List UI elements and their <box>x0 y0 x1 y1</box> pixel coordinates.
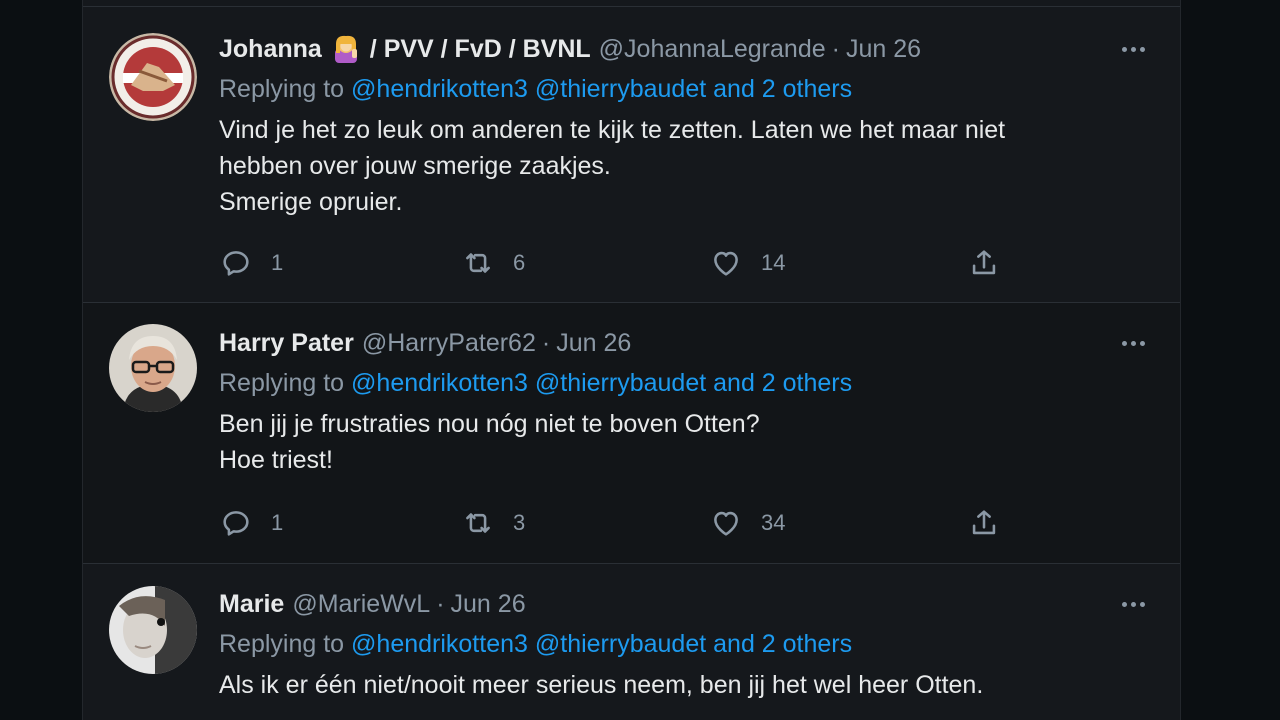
retweet-button[interactable]: 6 <box>461 243 525 283</box>
separator-dot: · <box>436 589 445 618</box>
retweet-icon <box>466 513 490 533</box>
share-icon <box>972 510 996 535</box>
display-name-suffix: / PVV / FvD / BVNL <box>369 34 591 63</box>
tweet-harry[interactable]: Harry Pater @HarryPater62 · Jun 26 Reply… <box>83 303 1180 564</box>
user-handle[interactable]: @HarryPater62 <box>362 329 536 358</box>
retweet-count: 6 <box>513 250 526 275</box>
avatar[interactable] <box>109 324 197 412</box>
tweet-text-line: Als ik er één niet/nooit meer serieus ne… <box>219 671 984 699</box>
separator-dot: · <box>831 34 840 63</box>
separator-dot: · <box>541 328 551 357</box>
others-link[interactable]: and 2 others <box>713 630 852 658</box>
user-handle[interactable]: @JohannaLegrande <box>599 35 826 64</box>
tweet-header: Harry Pater @HarryPater62 · Jun 26 <box>219 328 631 358</box>
share-button[interactable] <box>967 503 1001 543</box>
mention-link[interactable]: @thierrybaudet <box>535 630 706 658</box>
mention-link[interactable]: @hendrikotten3 <box>351 630 528 658</box>
mention-link[interactable]: @hendrikotten3 <box>351 75 528 103</box>
reply-button[interactable]: 1 <box>219 243 283 283</box>
more-icon[interactable] <box>1116 34 1150 64</box>
timeline: Johanna / PVV / FvD / BVNL @JohannaLegra… <box>82 0 1181 720</box>
like-button[interactable]: 14 <box>709 243 785 283</box>
user-handle[interactable]: @MarieWvL <box>292 590 430 619</box>
mention-link[interactable]: @thierrybaudet <box>535 75 706 103</box>
replying-label: Replying to <box>219 630 345 658</box>
replying-to: Replying to @hendrikotten3 @thierrybaude… <box>219 630 852 659</box>
reply-count: 1 <box>271 510 284 535</box>
tweet-marie[interactable]: Marie @MarieWvL · Jun 26 Replying to @he… <box>83 564 1180 720</box>
avatar[interactable] <box>109 586 197 674</box>
avatar[interactable] <box>109 33 197 121</box>
screen: Johanna / PVV / FvD / BVNL @JohannaLegra… <box>0 0 1280 720</box>
display-name[interactable]: Marie <box>219 590 284 619</box>
more-icon[interactable] <box>1116 589 1150 619</box>
tweet-text: Vind je het zo leuk om anderen te kijk t… <box>219 112 1005 220</box>
mention-link[interactable]: @thierrybaudet <box>535 369 706 397</box>
display-name[interactable]: Johanna <box>219 35 322 64</box>
like-count: 34 <box>761 510 786 535</box>
tweet-text-line: Hoe triest! <box>219 446 333 474</box>
like-count: 14 <box>761 250 786 275</box>
like-button[interactable]: 34 <box>709 503 785 543</box>
reply-button[interactable]: 1 <box>219 503 283 543</box>
mention-link[interactable]: @hendrikotten3 <box>351 369 528 397</box>
tweet-actions: 1 3 34 <box>219 503 1019 543</box>
tweet-header: Marie @MarieWvL · Jun 26 <box>219 589 526 619</box>
more-icon[interactable] <box>1116 328 1150 358</box>
tweet-text: Ben jij je frustraties nou nóg niet te b… <box>219 406 760 478</box>
tweet-date[interactable]: Jun 26 <box>451 590 526 619</box>
tweet-text-line: Smerige opruier. <box>219 188 403 216</box>
replying-label: Replying to <box>219 75 345 103</box>
like-icon <box>714 251 738 276</box>
share-button[interactable] <box>967 243 1001 283</box>
tweet-text: Als ik er één niet/nooit meer serieus ne… <box>219 667 983 703</box>
tweet-text-line: Ben jij je frustraties nou nóg niet te b… <box>219 410 760 438</box>
tweet-johanna[interactable]: Johanna / PVV / FvD / BVNL @JohannaLegra… <box>83 7 1180 303</box>
tweet-actions: 1 6 14 <box>219 243 1019 283</box>
tweet-header: Johanna / PVV / FvD / BVNL @JohannaLegra… <box>219 34 921 64</box>
reply-count: 1 <box>271 250 284 275</box>
woman-emoji-icon <box>332 35 360 63</box>
replying-to: Replying to @hendrikotten3 @thierrybaude… <box>219 75 852 104</box>
tweet-text-line: Vind je het zo leuk om anderen te kijk t… <box>219 116 1006 144</box>
tweet-date[interactable]: Jun 26 <box>846 35 921 64</box>
reply-icon <box>223 251 249 276</box>
tweet-date[interactable]: Jun 26 <box>556 329 631 358</box>
like-icon <box>714 511 738 536</box>
others-link[interactable]: and 2 others <box>713 75 852 103</box>
display-name[interactable]: Harry Pater <box>219 329 354 358</box>
retweet-button[interactable]: 3 <box>461 503 525 543</box>
replying-label: Replying to <box>219 369 345 397</box>
others-link[interactable]: and 2 others <box>713 369 852 397</box>
retweet-icon <box>466 253 490 273</box>
replying-to: Replying to @hendrikotten3 @thierrybaude… <box>219 369 852 398</box>
tweet-text-line: hebben over jouw smerige zaakjes. <box>219 152 611 180</box>
share-icon <box>972 250 996 275</box>
retweet-count: 3 <box>513 510 526 535</box>
reply-icon <box>223 511 249 536</box>
